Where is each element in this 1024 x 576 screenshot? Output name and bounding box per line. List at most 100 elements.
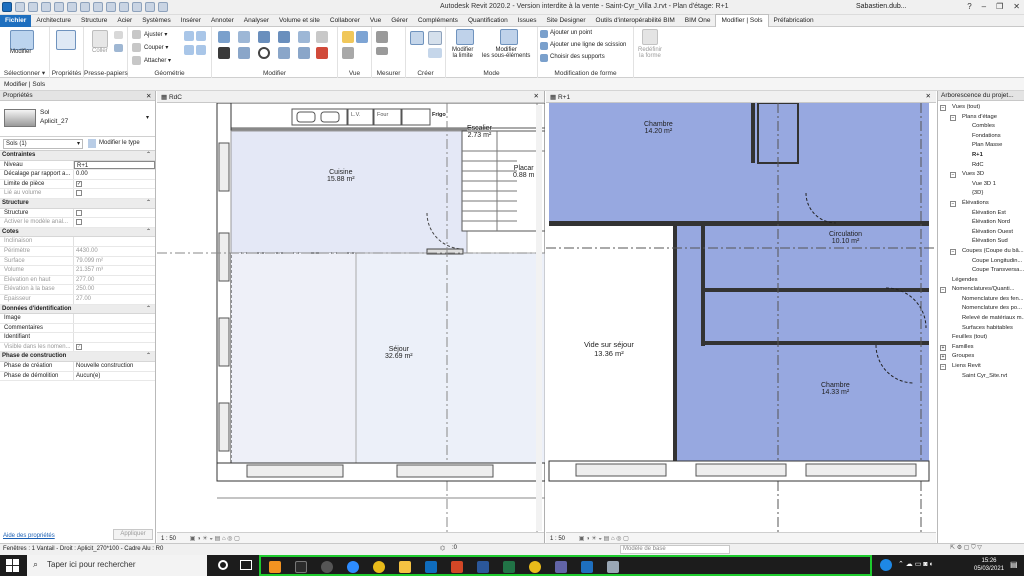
prop-row[interactable]: Élévation en haut 277.00 [0,275,155,286]
ribbon-tab-15[interactable]: Site Designer [541,15,590,27]
copy-icon[interactable] [114,44,123,52]
join-icon[interactable] [132,56,141,65]
room-tag-vide-sur-sejour[interactable]: Vide sur séjour 13.36 m² [584,340,634,358]
edit-subelements-icon[interactable] [500,29,518,45]
prop-value[interactable] [74,324,155,333]
array-icon[interactable] [298,47,310,59]
selection-filter-icons[interactable]: ⇱ ⚙ ▢ ⛉ ▽ [950,544,982,552]
prop-row[interactable]: Surface 79.099 m² [0,256,155,267]
properties-help-link[interactable]: Aide des propriétés [3,533,55,539]
excel-icon[interactable] [503,561,515,573]
prop-section-header[interactable]: Structure [0,198,155,209]
ribbon-tab-16[interactable]: Outils d'interopérabilité BIM [591,15,680,27]
expand-icon[interactable]: + [940,344,946,351]
ribbon-tab-0[interactable]: Fichier [0,14,32,27]
prop-checkbox[interactable] [74,209,155,218]
minimize-icon[interactable]: – [982,2,986,11]
prop-value[interactable]: 4430.00 [74,247,155,256]
close-hidden-icon[interactable] [158,2,168,12]
revit-app-icon[interactable] [2,2,12,12]
edit-boundary-button[interactable]: Modifier la limite [452,47,473,59]
prop-section-header[interactable]: Données d'identification [0,304,155,315]
pick-supports-button[interactable]: Choisir des supports [550,54,605,60]
browser-item[interactable]: Élévation Nord [938,218,1024,228]
prop-row[interactable]: Limite de pièce ✓ [0,179,155,190]
browser-item[interactable]: Saint Cyr_Site.rvt [938,372,1024,382]
prop-checkbox[interactable]: ✓ [74,180,155,189]
browser-item[interactable]: − Plans d'étage [938,113,1024,123]
edit-boundary-icon[interactable] [456,29,474,45]
notification-icon[interactable]: ▤ [1010,560,1018,569]
snipping-tool-icon[interactable] [607,561,619,573]
apply-button[interactable]: Appliquer [113,529,153,540]
collapse-icon[interactable]: − [950,248,956,255]
room-tag-cuisine[interactable]: Cuisine 15.88 m² [327,169,355,183]
ribbon-tab-12[interactable]: Compléments [413,15,463,27]
split-face-icon[interactable] [184,45,194,55]
chrome-icon[interactable] [373,561,385,573]
browser-item[interactable]: Relevé de matériaux m... [938,314,1024,324]
view-scale-left[interactable]: 1 : 50 [161,536,176,542]
view-tab-r1[interactable]: ▦ R+1 ✕ [546,91,936,103]
trim-extend-icon[interactable] [278,47,290,59]
reset-shape-icon[interactable] [642,29,658,45]
prop-checkbox[interactable] [74,218,155,227]
prop-section-header[interactable]: Phase de construction [0,352,155,363]
browser-item[interactable]: Coupe Longitudin... [938,257,1024,267]
add-point-button[interactable]: Ajouter un point [550,30,592,36]
prop-row[interactable]: Phase de création Nouvelle construction [0,362,155,372]
design-option-select[interactable]: Modèle de base [620,545,730,554]
terminal-icon[interactable] [295,561,307,573]
text-icon[interactable] [119,2,129,12]
prop-row[interactable]: Structure [0,208,155,219]
browser-item[interactable]: R+1 [938,151,1024,161]
expand-icon[interactable]: + [940,354,946,361]
powerpoint-icon[interactable] [451,561,463,573]
view-tab-rdc[interactable]: ▦ RdC ✕ [157,91,544,103]
rotate-icon[interactable] [258,47,270,59]
reset-shape-button[interactable]: Redéfinir la forme [638,47,662,59]
word-icon[interactable] [477,561,489,573]
browser-item[interactable]: Légendes [938,276,1024,286]
view-rdc[interactable]: ▦ RdC ✕ Cuisine 15.88 m² Escalier 2.73 m… [157,91,545,543]
clock[interactable]: 15:26 05/03/2021 [974,557,1004,573]
ribbon-tab-3[interactable]: Acier [112,15,137,27]
prop-section-header[interactable]: Contraintes [0,151,155,161]
browser-item[interactable]: − Nomenclatures/Quanti... [938,285,1024,295]
prop-row[interactable]: Lié au volume [0,189,155,199]
collapse-icon[interactable]: − [940,105,946,111]
ribbon-tab-5[interactable]: Insérer [176,15,206,27]
collapse-icon[interactable]: − [950,200,956,207]
dimension-icon[interactable] [93,2,103,12]
browser-item[interactable]: {3D} [938,189,1024,199]
prop-checkbox[interactable]: ✓ [74,343,155,352]
dimension-tool-icon[interactable] [376,47,388,55]
browser-item[interactable]: Feuilles (tout) [938,333,1024,343]
browser-item[interactable]: − Coupes (Coupe du bâ... [938,247,1024,257]
edit-type-button[interactable]: Modifier le type [99,140,140,146]
chrome-icon-2[interactable] [529,561,541,573]
view-close-icon[interactable]: ✕ [534,92,539,100]
view-r1[interactable]: ▦ R+1 ✕ Chambre 14.20 m² Circulation 10.10… [546,91,936,543]
browser-item[interactable]: Élévation Sud [938,237,1024,247]
ribbon-tab-17[interactable]: BIM One [680,15,716,27]
prop-value[interactable] [74,237,155,246]
print-icon[interactable] [67,2,77,12]
browser-item[interactable]: Fondations [938,132,1024,142]
modify-button[interactable]: Modifier [10,49,31,55]
select-dropdown[interactable]: Sélectionner ▾ [0,69,49,77]
room-tag-escalier[interactable]: Escalier 2.73 m² [467,125,492,139]
browser-item[interactable]: − Vues 3D [938,170,1024,180]
ribbon-tab-14[interactable]: Issues [513,15,542,27]
ribbon-tab-10[interactable]: Vue [365,15,386,27]
browser-item[interactable]: − Liens Revit [938,362,1024,372]
task-view-icon[interactable] [240,560,252,570]
ribbon-tab-4[interactable]: Systèmes [137,15,176,27]
measure-icon[interactable] [80,2,90,12]
mirror-draw-icon[interactable] [278,31,290,43]
paste-button[interactable]: Coller [92,48,108,54]
browser-item[interactable]: Plan Masse [938,141,1024,151]
prop-row[interactable]: Niveau R+1 [0,160,155,171]
type-dropdown-icon[interactable]: ▾ [146,114,149,121]
browser-item[interactable]: Vue 3D 1 [938,180,1024,190]
